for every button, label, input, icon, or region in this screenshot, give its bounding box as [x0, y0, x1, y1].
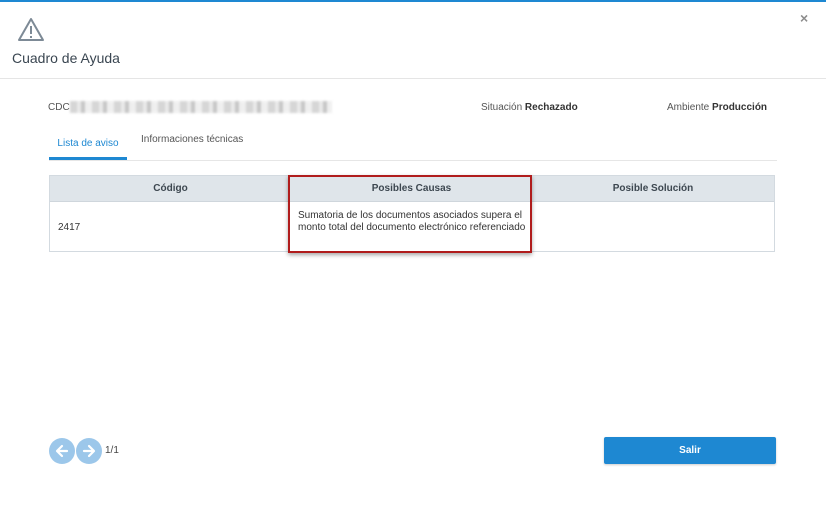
arrow-right-icon — [82, 444, 96, 458]
warning-icon — [18, 18, 44, 41]
column-header-posible-solucion[interactable]: Posible Solución — [532, 183, 774, 194]
ambiente-value: Producción — [712, 102, 768, 113]
highlight-box — [288, 175, 532, 253]
top-accent-bar — [0, 0, 826, 2]
ambiente-label: Ambiente — [667, 102, 710, 113]
page-indicator: 1/1 — [105, 445, 119, 456]
arrow-left-icon — [55, 444, 69, 458]
previous-page-button[interactable] — [49, 438, 75, 464]
situacion-value: Rechazado — [524, 102, 578, 113]
tab-informaciones-tecnicas[interactable]: Informaciones técnicas — [141, 128, 243, 160]
tab-bar: Lista de aviso Informaciones técnicas — [49, 128, 777, 161]
cell-codigo: 2417 — [58, 222, 81, 233]
situacion-field: Situación Rechazado — [481, 102, 578, 113]
column-header-codigo[interactable]: Código — [50, 183, 291, 194]
modal-title: Cuadro de Ayuda — [12, 50, 120, 66]
next-page-button[interactable] — [76, 438, 102, 464]
tab-lista-de-aviso[interactable]: Lista de aviso — [49, 128, 127, 160]
close-button[interactable]: × — [800, 10, 814, 26]
cdc-value-redacted — [70, 101, 332, 113]
header-divider — [0, 78, 826, 79]
cdc-label: CDC — [48, 102, 70, 113]
situacion-label: Situación — [481, 102, 523, 113]
ambiente-field: Ambiente Producción — [667, 102, 767, 113]
salir-button[interactable]: Salir — [604, 437, 776, 464]
